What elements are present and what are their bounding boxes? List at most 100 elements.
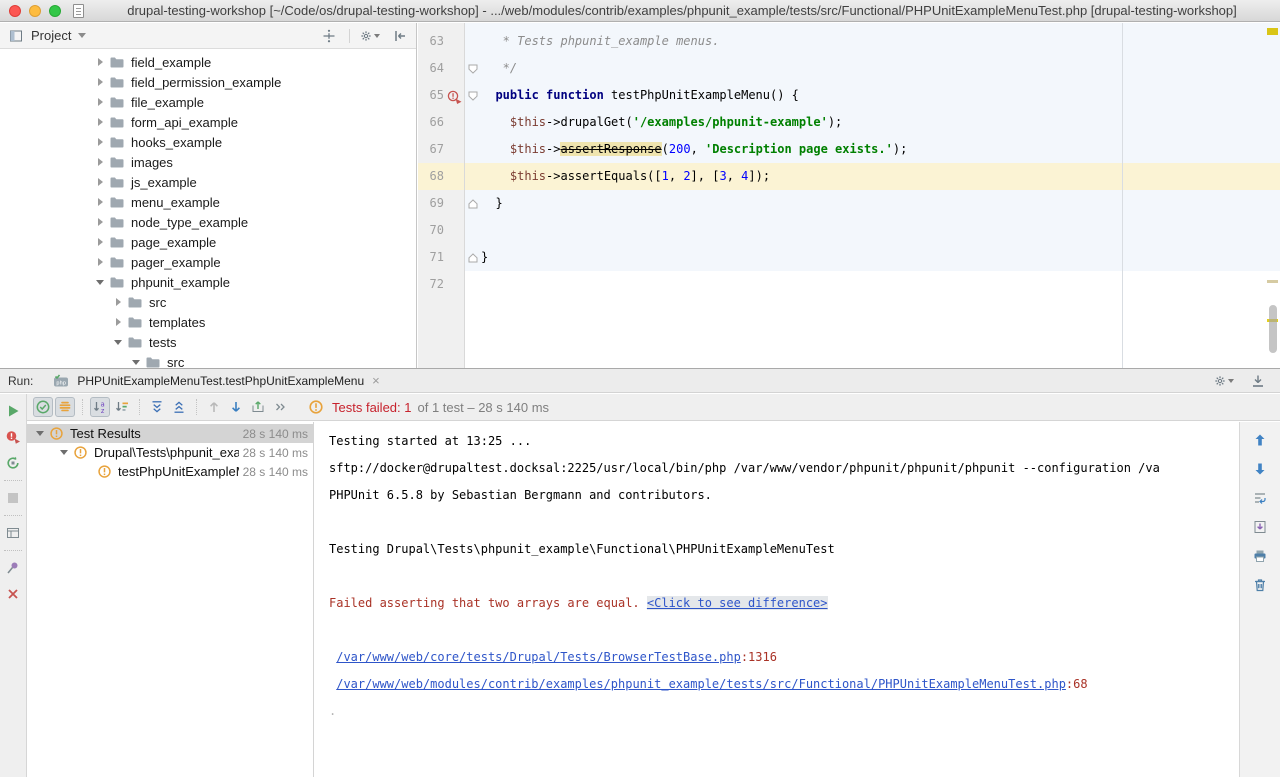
pin-tab-button[interactable] [3,558,23,578]
chevron-down-icon[interactable] [78,33,86,38]
chevron-right-icon[interactable] [113,298,123,306]
collapse-all-button[interactable] [169,397,189,417]
chevron-right-icon[interactable] [95,118,105,126]
stacktrace-link[interactable]: /var/www/web/core/tests/Drupal/Tests/Bro… [336,650,741,664]
code-line-72[interactable]: 72 [418,271,1280,298]
error-stripe-mark[interactable] [1267,280,1278,283]
chevron-right-icon[interactable] [95,58,105,66]
clear-all-button[interactable] [1250,575,1270,595]
restore-layout-button[interactable] [3,523,23,543]
project-settings-button[interactable] [360,26,380,46]
chevron-right-icon[interactable] [113,318,123,326]
show-passed-button[interactable] [33,397,53,417]
code-text: */ [481,55,1280,82]
test-failed-gutter-icon[interactable] [447,88,462,103]
more-actions-button[interactable] [270,397,290,417]
chevron-down-icon[interactable] [113,340,123,345]
run-settings-button[interactable] [1214,371,1234,391]
editor-scrollbar-thumb[interactable] [1269,305,1277,353]
tree-item-src[interactable]: src [0,352,416,368]
stop-button[interactable] [3,488,23,508]
hide-panel-button[interactable] [1248,371,1268,391]
tree-item-pager_example[interactable]: pager_example [0,252,416,272]
test-tree-row[interactable]: testPhpUnitExampleMenu28 s 140 ms [27,462,313,481]
chevron-right-icon[interactable] [95,218,105,226]
tree-item-images[interactable]: images [0,152,416,172]
fold-marker-icon[interactable] [468,91,478,101]
close-tab-icon[interactable]: × [372,374,380,387]
chevron-right-icon[interactable] [95,198,105,206]
chevron-down-icon[interactable] [95,280,105,285]
tree-item-js_example[interactable]: js_example [0,172,416,192]
minimize-window-button[interactable] [29,5,41,17]
code-line-66[interactable]: 66 $this->drupalGet('/examples/phpunit-e… [418,109,1280,136]
test-tree-row[interactable]: Drupal\Tests\phpunit_example\Functional\… [27,443,313,462]
fold-marker-icon[interactable] [468,199,478,209]
code-line-63[interactable]: 63 * Tests phpunit_example menus. [418,28,1280,55]
code-line-71[interactable]: 71} [418,244,1280,271]
chevron-right-icon[interactable] [95,178,105,186]
tree-item-node_type_example[interactable]: node_type_example [0,212,416,232]
zoom-window-button[interactable] [49,5,61,17]
chevron-down-icon[interactable] [131,360,141,365]
print-button[interactable] [1250,546,1270,566]
import-test-results-button[interactable] [248,397,268,417]
code-line-65[interactable]: 65 public function testPhpUnitExampleMen… [418,82,1280,109]
tree-item-templates[interactable]: templates [0,312,416,332]
tree-item-field_example[interactable]: field_example [0,52,416,72]
chevron-right-icon[interactable] [95,78,105,86]
error-stripe-warning-mark[interactable] [1267,28,1278,35]
show-ignored-button[interactable] [55,397,75,417]
tree-item-file_example[interactable]: file_example [0,92,416,112]
stacktrace-link[interactable]: /var/www/web/modules/contrib/examples/ph… [336,677,1066,691]
tree-item-tests[interactable]: tests [0,332,416,352]
chevron-down-icon[interactable] [35,431,45,436]
tree-item-page_example[interactable]: page_example [0,232,416,252]
code-editor[interactable]: 63 * Tests phpunit_example menus.64 */65… [418,23,1280,368]
next-stack-frame-button[interactable] [1250,459,1270,479]
fold-marker-icon[interactable] [468,253,478,263]
chevron-right-icon[interactable] [95,138,105,146]
tree-item-phpunit_example[interactable]: phpunit_example [0,272,416,292]
scroll-to-end-button[interactable] [1250,517,1270,537]
tree-item-menu_example[interactable]: menu_example [0,192,416,212]
sort-by-duration-button[interactable] [112,397,132,417]
tree-item-src[interactable]: src [0,292,416,312]
sort-az-icon: az [92,399,108,415]
chevron-right-icon[interactable] [95,158,105,166]
hide-tool-window-button[interactable] [390,26,410,46]
tree-item-hooks_example[interactable]: hooks_example [0,132,416,152]
close-button[interactable] [3,584,23,604]
code-line-64[interactable]: 64 */ [418,55,1280,82]
chevron-right-icon[interactable] [95,238,105,246]
rerun-button[interactable] [3,401,23,421]
previous-failed-test-button[interactable] [204,397,224,417]
tree-item-form_api_example[interactable]: form_api_example [0,112,416,132]
fold-column [464,244,481,271]
chevron-right-icon[interactable] [95,258,105,266]
project-panel-title[interactable]: Project [31,28,71,43]
test-console-output[interactable]: Testing started at 13:25 ...sftp://docke… [315,422,1239,777]
prev-stack-frame-button[interactable] [1250,430,1270,450]
chevron-right-icon[interactable] [95,98,105,106]
fold-marker-icon[interactable] [468,64,478,74]
toggle-auto-test-button[interactable] [3,453,23,473]
console-line: . [329,698,1239,725]
rerun-failed-tests-button[interactable] [3,427,23,447]
chevron-down-icon[interactable] [59,450,69,455]
close-window-button[interactable] [9,5,21,17]
test-tree-row[interactable]: Test Results28 s 140 ms [27,424,313,443]
code-line-67[interactable]: 67 $this->assertResponse(200, 'Descripti… [418,136,1280,163]
code-line-70[interactable]: 70 [418,217,1280,244]
next-failed-test-button[interactable] [226,397,246,417]
run-config-tab[interactable]: php PHPUnitExampleMenuTest.testPhpUnitEx… [43,369,387,393]
soft-wrap-button[interactable] [1250,488,1270,508]
code-line-69[interactable]: 69 } [418,190,1280,217]
sort-alphabetically-button[interactable]: az [90,397,110,417]
scroll-from-source-button[interactable] [319,26,339,46]
fat-arrow-up-icon [1252,432,1268,448]
tree-item-field_permission_example[interactable]: field_permission_example [0,72,416,92]
code-line-68[interactable]: 68 $this->assertEquals([1, 2], [3, 4]); [418,163,1280,190]
expand-all-button[interactable] [147,397,167,417]
see-difference-link[interactable]: <Click to see difference> [647,596,828,610]
